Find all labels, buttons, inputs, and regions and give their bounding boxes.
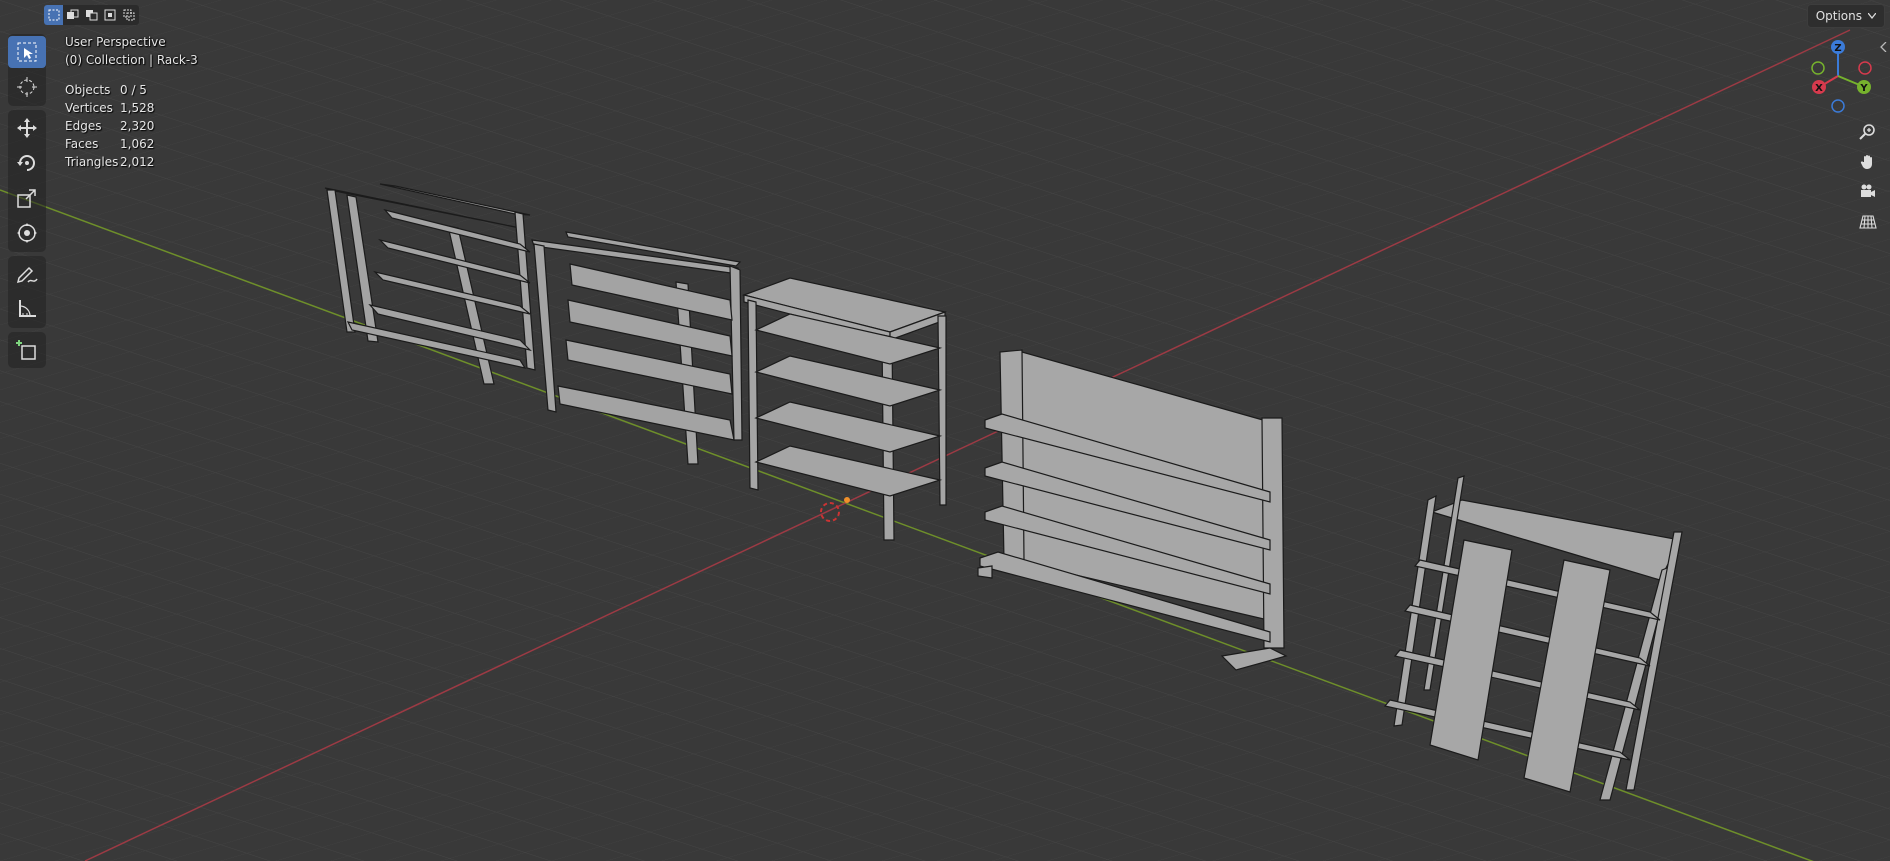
hand-icon (1860, 155, 1872, 169)
stat-row-vertices: Vertices 1,528 (65, 101, 154, 115)
neg-x-axis-handle[interactable] (1858, 61, 1872, 75)
stat-label: Triangles (65, 155, 119, 169)
select-box-tool[interactable] (8, 36, 46, 68)
neg-y-axis-handle[interactable] (1811, 61, 1825, 75)
cursor-tool[interactable] (8, 71, 46, 103)
stat-row-faces: Faces 1,062 (65, 137, 154, 151)
scale-icon (17, 189, 36, 208)
measure-icon (19, 300, 36, 317)
transform-tool[interactable] (8, 217, 46, 249)
toolbar-group-add (8, 332, 46, 368)
select-subtract-icon[interactable] (82, 5, 101, 25)
viewport-scene[interactable] (0, 0, 1890, 861)
stat-value: 2,012 (120, 155, 155, 169)
transform-icon (17, 223, 37, 243)
add-cube-icon (16, 340, 36, 360)
annotate-icon (16, 266, 38, 284)
view-name: User Perspective (65, 35, 166, 49)
stat-value: 0 / 5 (120, 83, 147, 97)
selection-mode-group[interactable] (44, 5, 139, 25)
stat-label: Vertices (65, 101, 113, 115)
toolbar-group-select (8, 34, 46, 106)
ortho-toggle-button[interactable] (1854, 208, 1882, 236)
measure-tool[interactable] (8, 293, 46, 325)
stat-label: Objects (65, 83, 111, 97)
pan-button[interactable] (1854, 148, 1882, 176)
cursor-icon (17, 77, 37, 97)
options-dropdown[interactable]: Options (1806, 4, 1885, 28)
grid-perspective-icon (1859, 215, 1877, 229)
sidebar-toggle-icon[interactable] (1880, 42, 1888, 52)
stat-row-objects: Objects 0 / 5 (65, 83, 147, 97)
camera-view-button[interactable] (1854, 178, 1882, 206)
select-intersect-icon[interactable] (120, 5, 139, 25)
stat-label: Edges (65, 119, 102, 133)
navigation-gizmo[interactable]: Z X Y (1800, 38, 1880, 118)
select-new-icon[interactable] (44, 5, 63, 25)
collection-line: (0) Collection | Rack-3 (65, 53, 198, 67)
select-box-icon (17, 42, 37, 62)
toolbar-group-annotate (8, 256, 46, 328)
annotate-tool[interactable] (8, 258, 46, 290)
y-label: Y (1859, 83, 1868, 94)
zoom-icon (1859, 124, 1875, 140)
stat-value: 2,320 (120, 119, 155, 133)
add-cube-tool[interactable] (8, 334, 46, 366)
move-tool[interactable] (8, 112, 46, 144)
x-label: X (1815, 83, 1823, 94)
chevron-down-icon (1868, 13, 1876, 19)
stat-label: Faces (65, 137, 99, 151)
select-extend-icon[interactable] (63, 5, 82, 25)
camera-icon (1861, 184, 1875, 197)
stat-value: 1,062 (120, 137, 155, 151)
neg-z-axis-handle[interactable] (1831, 99, 1845, 113)
rotate-tool[interactable] (8, 147, 46, 179)
zoom-button[interactable] (1854, 118, 1882, 146)
toolbar-group-transform (8, 110, 46, 252)
rotate-icon (17, 155, 35, 171)
stat-row-edges: Edges 2,320 (65, 119, 154, 133)
select-invert-icon[interactable] (101, 5, 120, 25)
move-icon (17, 118, 37, 138)
stat-value: 1,528 (120, 101, 155, 115)
stat-row-triangles: Triangles 2,012 (65, 155, 154, 169)
options-label: Options (1815, 9, 1862, 23)
3d-viewport[interactable]: User Perspective (0) Collection | Rack-3… (0, 0, 1890, 861)
z-label: Z (1834, 43, 1841, 54)
scale-tool[interactable] (8, 182, 46, 214)
